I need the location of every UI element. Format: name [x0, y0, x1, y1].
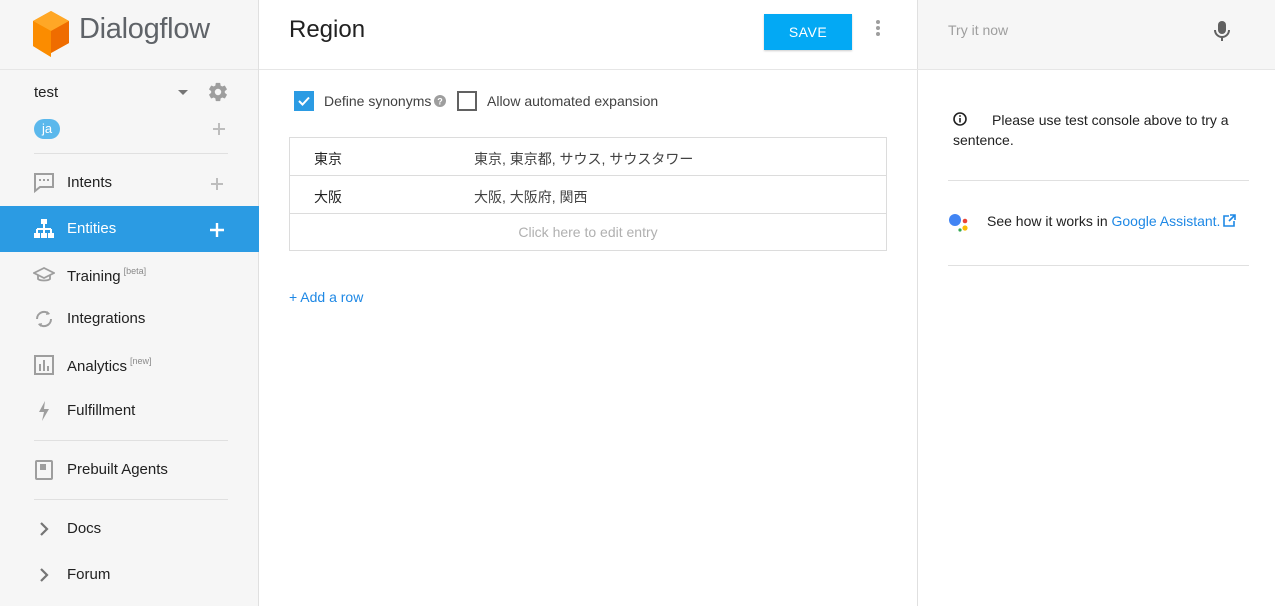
- book-icon: [35, 460, 53, 480]
- sidebar-item-training[interactable]: Training [beta]: [0, 252, 259, 298]
- logo-row: Dialogflow: [0, 0, 258, 70]
- sidebar-item-label: Docs: [67, 520, 102, 537]
- microphone-icon[interactable]: [1214, 20, 1230, 42]
- chat-icon: [34, 173, 54, 194]
- svg-text:?: ?: [437, 97, 443, 107]
- entry-synonyms[interactable]: 大阪, 大阪府, 関西: [474, 187, 588, 207]
- sidebar-item-label: Integrations: [67, 310, 146, 327]
- automated-expansion-label[interactable]: Allow automated expansion: [487, 93, 658, 109]
- chevron-down-icon[interactable]: [178, 90, 188, 95]
- new-tag: [new]: [130, 356, 152, 366]
- sidebar-item-prebuilt-agents[interactable]: Prebuilt Agents: [0, 447, 259, 493]
- lightning-icon: [39, 401, 49, 421]
- external-link-icon[interactable]: [1223, 214, 1237, 227]
- sidebar-item-label: Fulfillment: [67, 402, 136, 419]
- language-badge[interactable]: ja: [34, 119, 61, 139]
- panel-divider: [948, 180, 1249, 181]
- edit-entry-placeholder[interactable]: Click here to edit entry: [518, 224, 657, 240]
- try-it-now-input[interactable]: Try it now: [948, 22, 1008, 38]
- sidebar-item-label: Prebuilt Agents: [67, 461, 168, 478]
- brand-name[interactable]: Dialogflow: [79, 13, 210, 46]
- sidebar-item-label: Forum: [67, 566, 111, 583]
- define-synonyms-label[interactable]: Define synonyms: [324, 93, 431, 109]
- info-icon: [953, 112, 967, 126]
- main-content: Region SAVE Define synonyms ? Allow auto…: [259, 0, 918, 606]
- try-it-now-bar: Try it now: [918, 0, 1275, 70]
- sitemap-icon: [34, 219, 54, 238]
- dialogflow-logo-icon[interactable]: [33, 11, 69, 57]
- info-message: Please use test console above to try a s…: [948, 110, 1249, 150]
- help-icon[interactable]: ?: [434, 95, 446, 107]
- panel-divider: [948, 265, 1249, 266]
- sidebar-item-label: Intents: [67, 174, 113, 191]
- sidebar-item-fulfillment[interactable]: Fulfillment: [0, 388, 259, 434]
- gear-icon[interactable]: [207, 81, 229, 103]
- entries-table: 東京 東京, 東京都, サウス, サウスタワー 大阪 大阪, 大阪府, 関西 C…: [289, 137, 887, 251]
- entry-reference-value[interactable]: 東京: [314, 149, 342, 169]
- sidebar: Dialogflow test ja Intents Entities Trai…: [0, 0, 259, 606]
- beta-tag: [beta]: [123, 266, 147, 276]
- sidebar-item-label: Analytics [new]: [67, 356, 152, 375]
- entry-synonyms[interactable]: 東京, 東京都, サウス, サウスタワー: [474, 149, 693, 169]
- main-header: Region SAVE: [259, 0, 918, 70]
- sidebar-item-integrations[interactable]: Integrations: [0, 296, 259, 342]
- add-language-icon[interactable]: [211, 121, 227, 137]
- checkmark-icon: [298, 96, 310, 106]
- test-console-panel: Try it now Please use test console above…: [918, 0, 1275, 606]
- sidebar-item-docs[interactable]: Docs: [0, 506, 259, 552]
- sync-icon: [35, 310, 53, 328]
- graduation-cap-icon: [33, 266, 55, 282]
- define-synonyms-checkbox[interactable]: [294, 91, 314, 111]
- add-entity-icon[interactable]: [209, 222, 225, 238]
- sidebar-item-entities[interactable]: Entities: [0, 206, 259, 252]
- table-row[interactable]: 大阪 大阪, 大阪府, 関西: [290, 176, 886, 214]
- info-text: Please use test console above to try a s…: [953, 112, 1229, 148]
- google-assistant-promo: See how it works in Google Assistant.: [948, 211, 1249, 235]
- bar-chart-icon: [34, 355, 54, 375]
- entry-reference-value[interactable]: 大阪: [314, 187, 342, 207]
- sidebar-divider: [34, 499, 228, 500]
- more-vert-icon[interactable]: [874, 20, 882, 40]
- sidebar-item-analytics[interactable]: Analytics [new]: [0, 342, 259, 388]
- table-row[interactable]: 東京 東京, 東京都, サウス, サウスタワー: [290, 138, 886, 176]
- automated-expansion-checkbox[interactable]: [457, 91, 477, 111]
- google-assistant-link[interactable]: Google Assistant.: [1112, 213, 1221, 229]
- add-row-link[interactable]: + Add a row: [289, 289, 363, 305]
- new-entry-row[interactable]: Click here to edit entry: [290, 214, 886, 250]
- chevron-right-icon: [40, 522, 49, 536]
- google-assistant-text: See how it works in Google Assistant.: [987, 213, 1237, 229]
- sidebar-divider: [34, 440, 228, 441]
- agent-name[interactable]: test: [34, 84, 58, 101]
- sidebar-item-label: Training [beta]: [67, 266, 147, 285]
- chevron-right-icon: [40, 568, 49, 582]
- page-title[interactable]: Region: [289, 16, 365, 44]
- sidebar-item-label: Entities: [67, 220, 117, 237]
- sidebar-divider: [34, 153, 228, 154]
- save-button[interactable]: SAVE: [764, 14, 852, 50]
- sidebar-item-intents[interactable]: Intents: [0, 160, 259, 206]
- google-assistant-icon: [949, 214, 968, 232]
- add-intent-icon[interactable]: [209, 176, 225, 192]
- sidebar-item-forum[interactable]: Forum: [0, 552, 259, 598]
